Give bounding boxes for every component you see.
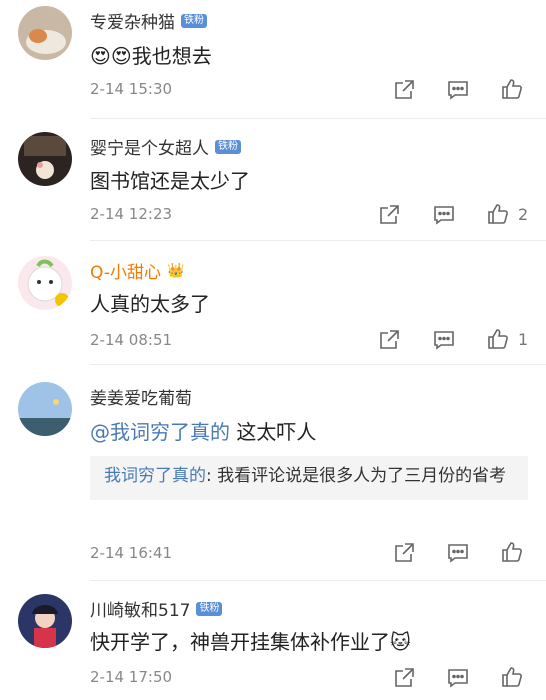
comment-text: 人真的太多了 (90, 292, 210, 316)
like-icon[interactable] (499, 76, 525, 102)
timestamp: 2-14 17:50 (90, 668, 173, 686)
comment-icon[interactable] (431, 327, 457, 353)
like-icon[interactable] (485, 326, 511, 352)
quoted-text: : 我看评论说是很多人为了三月份的省考 (206, 466, 507, 486)
comment-text: 😍😍我也想去 (90, 44, 212, 68)
comment-body: 这太吓人 (230, 420, 317, 444)
share-icon[interactable] (391, 665, 417, 691)
comment-icon[interactable] (445, 77, 471, 103)
like-count: 1 (518, 330, 529, 349)
like-icon[interactable] (485, 201, 511, 227)
share-icon[interactable] (376, 327, 402, 353)
username[interactable]: 专爱杂种猫 (90, 8, 175, 33)
crown-icon: 👑 (167, 262, 185, 279)
comment-icon[interactable] (431, 202, 457, 228)
divider (90, 580, 546, 581)
divider (90, 240, 546, 241)
mention-link[interactable]: @我词穷了真的 (90, 420, 230, 444)
comment-text: @我词穷了真的 这太吓人 (90, 416, 316, 445)
share-icon[interactable] (391, 77, 417, 103)
username[interactable]: 婴宁是个女超人 (90, 134, 209, 159)
fan-badge: 铁粉 (196, 601, 223, 616)
comment-item: 婴宁是个女超人 铁粉 图书馆还是太少了 2-14 12:23 2 (0, 120, 546, 240)
divider (90, 364, 546, 365)
divider (90, 118, 546, 119)
quoted-username[interactable]: 我词穷了真的 (104, 466, 206, 486)
share-icon[interactable] (376, 202, 402, 228)
avatar[interactable] (18, 256, 72, 310)
avatar[interactable] (18, 382, 72, 436)
share-icon[interactable] (391, 540, 417, 566)
comment-item: 姜姜爱吃葡萄 @我词穷了真的 这太吓人 我词穷了真的: 我看评论说是很多人为了三… (0, 366, 546, 580)
comment-item: 专爱杂种猫 铁粉 😍😍我也想去 2-14 15:30 (0, 0, 546, 120)
timestamp: 2-14 12:23 (90, 205, 173, 223)
comment-text: 快开学了，神兽开挂集体补作业了🐱 (90, 630, 411, 654)
like-icon[interactable] (499, 539, 525, 565)
comment-text: 图书馆还是太少了 (90, 169, 250, 193)
fan-badge: 铁粉 (215, 139, 241, 154)
comment-icon[interactable] (445, 665, 471, 691)
timestamp: 2-14 15:30 (90, 80, 173, 98)
comment-item: Q-小甜心 👑 人真的太多了 2-14 08:51 1 (0, 242, 546, 364)
like-count: 2 (518, 205, 529, 224)
username[interactable]: 川崎敏和517 (90, 596, 190, 621)
timestamp: 2-14 16:41 (90, 544, 173, 562)
username[interactable]: Q-小甜心 (90, 258, 161, 283)
comment-item: 川崎敏和517 铁粉 快开学了，神兽开挂集体补作业了🐱 2-14 17:50 (0, 582, 546, 700)
fan-badge: 铁粉 (181, 13, 207, 28)
comment-icon[interactable] (445, 540, 471, 566)
avatar[interactable] (18, 6, 72, 60)
avatar[interactable] (18, 132, 72, 186)
like-icon[interactable] (499, 664, 525, 690)
avatar[interactable] (18, 594, 72, 648)
username[interactable]: 姜姜爱吃葡萄 (90, 384, 192, 409)
quoted-reply[interactable]: 我词穷了真的: 我看评论说是很多人为了三月份的省考 (90, 456, 528, 500)
timestamp: 2-14 08:51 (90, 331, 173, 349)
